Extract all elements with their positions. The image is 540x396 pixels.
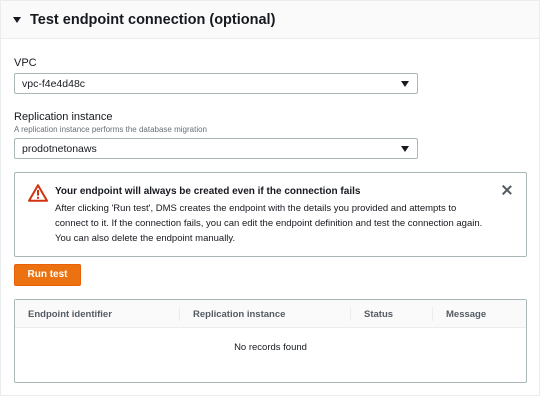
section-header[interactable]: Test endpoint connection (optional) [1,1,539,39]
dropdown-arrow-icon [401,81,409,87]
column-divider [179,307,180,321]
alert-body: After clicking 'Run test', DMS creates t… [55,203,483,244]
column-header-endpoint-identifier[interactable]: Endpoint identifier [28,309,112,320]
replication-instance-select[interactable]: prodotnetonaws [14,138,418,159]
replication-instance-label: Replication instance [14,111,113,123]
warning-icon [28,184,48,202]
empty-state-text: No records found [234,342,307,353]
run-test-button[interactable]: Run test [14,264,81,286]
results-table: Endpoint identifier Replication instance… [14,299,527,383]
alert-title: Your endpoint will always be created eve… [55,186,361,197]
dropdown-arrow-icon [401,146,409,152]
column-header-message[interactable]: Message [446,309,486,320]
table-header: Endpoint identifier Replication instance… [15,300,526,328]
replication-instance-select-value: prodotnetonaws [22,143,97,155]
section-title: Test endpoint connection (optional) [30,12,276,28]
column-header-replication-instance[interactable]: Replication instance [193,309,285,320]
replication-instance-description: A replication instance performs the data… [14,125,207,134]
caret-down-icon[interactable] [13,17,21,23]
warning-alert: Your endpoint will always be created eve… [14,172,527,257]
vpc-select-value: vpc-f4e4d48c [22,78,86,90]
column-header-status[interactable]: Status [364,309,393,320]
column-divider [350,307,351,321]
column-divider [432,307,433,321]
close-icon[interactable] [500,183,514,197]
vpc-label: VPC [14,57,37,69]
test-endpoint-panel: Test endpoint connection (optional) VPC … [0,0,540,396]
vpc-select[interactable]: vpc-f4e4d48c [14,73,418,94]
